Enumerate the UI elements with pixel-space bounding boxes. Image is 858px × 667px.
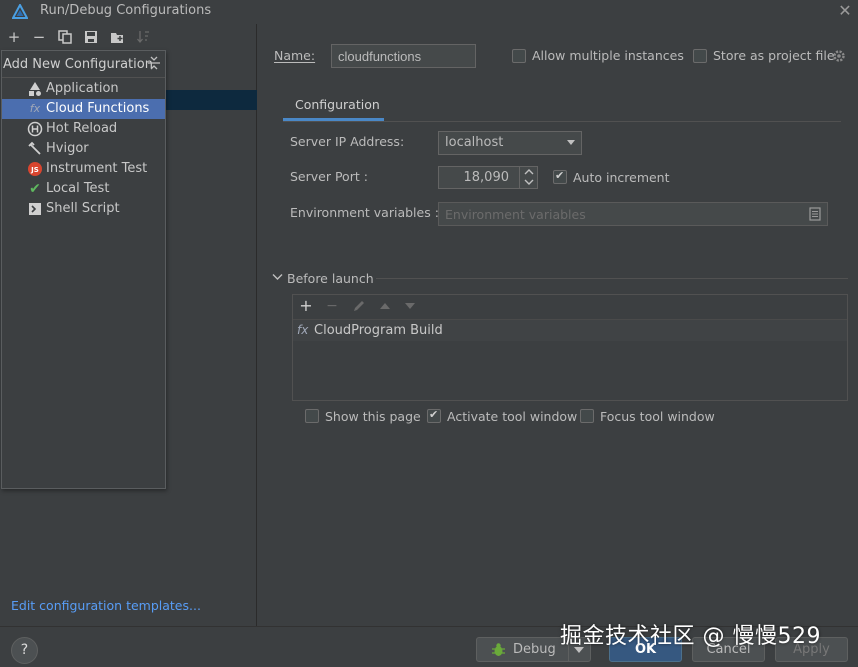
before-launch-task-row[interactable]: fx CloudProgram Build [293, 319, 847, 341]
config-type-label: Hot Reload [46, 121, 118, 136]
config-type-cloud-functions[interactable]: fx Cloud Functions [2, 99, 165, 119]
shell-script-icon [29, 203, 41, 215]
new-folder-icon[interactable] [110, 30, 125, 44]
browse-document-icon[interactable] [809, 207, 821, 221]
show-this-page-checkbox[interactable] [305, 409, 319, 423]
tab-configuration[interactable]: Configuration [283, 91, 384, 120]
focus-tool-window-label: Focus tool window [600, 409, 715, 424]
server-port-value: 18,090 [463, 170, 510, 185]
edit-templates-link[interactable]: Edit configuration templates... [11, 598, 201, 613]
chevron-down-icon [567, 140, 575, 145]
settings-gear-icon[interactable] [832, 49, 846, 63]
fx-icon: fx [29, 102, 41, 115]
sort-icon[interactable] [136, 30, 150, 44]
server-port-label: Server Port : [290, 169, 368, 184]
section-divider [376, 278, 848, 279]
app-logo-icon [12, 4, 28, 19]
edit-pencil-icon[interactable] [351, 298, 367, 314]
spinner-down-icon[interactable] [524, 179, 534, 185]
before-launch-title[interactable]: Before launch [287, 271, 374, 286]
tree-selection-row[interactable] [165, 90, 257, 110]
env-vars-label: Environment variables : [290, 205, 439, 220]
bug-icon [492, 643, 505, 656]
server-port-spinner[interactable]: 18,090 [438, 166, 538, 189]
svg-text:JS: JS [30, 166, 39, 174]
store-as-project-label: Store as project file [713, 48, 835, 63]
before-launch-panel: + − fx CloudProgram Build [292, 294, 848, 401]
tab-divider [283, 121, 841, 122]
tab-configuration-label: Configuration [295, 97, 380, 112]
activate-tool-window-checkbox[interactable] [427, 408, 441, 423]
hvigor-icon [28, 141, 41, 155]
store-as-project-checkbox[interactable] [693, 49, 707, 63]
env-vars-field[interactable]: Environment variables [438, 202, 828, 226]
chevron-down-icon[interactable] [272, 273, 283, 281]
check-icon: ✔ [29, 181, 41, 197]
fx-icon: fx [297, 323, 309, 337]
show-this-page-label: Show this page [325, 409, 421, 424]
add-task-icon[interactable]: + [298, 298, 314, 314]
config-type-shell-script[interactable]: Shell Script [2, 199, 165, 219]
window-title: Run/Debug Configurations [40, 3, 212, 18]
hot-reload-icon [27, 121, 43, 137]
focus-tool-window-checkbox[interactable] [580, 409, 594, 423]
allow-multiple-label: Allow multiple instances [532, 48, 684, 63]
popup-header: Add New Configuration [2, 51, 165, 78]
config-type-hvigor[interactable]: Hvigor [2, 139, 165, 159]
spinner-up-icon[interactable] [524, 169, 534, 175]
env-vars-placeholder: Environment variables [445, 207, 586, 222]
server-ip-value: localhost [445, 135, 504, 150]
remove-icon[interactable]: − [30, 28, 48, 46]
config-type-label: Hvigor [46, 141, 89, 156]
close-icon[interactable]: ✕ [836, 0, 854, 22]
config-type-label: Shell Script [46, 201, 120, 216]
save-icon[interactable] [84, 30, 98, 44]
server-ip-label: Server IP Address: [290, 134, 405, 149]
spinner-buttons[interactable] [519, 167, 537, 188]
config-type-label: Cloud Functions [46, 101, 150, 116]
help-button[interactable]: ? [11, 637, 38, 664]
config-type-hot-reload[interactable]: Hot Reload [2, 119, 165, 139]
config-type-label: Instrument Test [46, 161, 148, 176]
name-input[interactable] [331, 44, 476, 68]
copy-icon[interactable] [58, 30, 72, 44]
activate-tool-window-label: Activate tool window [447, 409, 578, 424]
debug-button-label: Debug [513, 642, 556, 657]
move-down-icon[interactable] [402, 298, 418, 314]
application-icon [29, 82, 41, 96]
config-type-local-test[interactable]: ✔ Local Test [2, 179, 165, 199]
auto-increment-label: Auto increment [573, 170, 670, 185]
allow-multiple-checkbox[interactable] [512, 49, 526, 63]
config-type-instrument-test[interactable]: JS Instrument Test [2, 159, 165, 179]
before-launch-toolbar: + − [293, 295, 847, 319]
name-label: Name: [274, 48, 316, 63]
auto-increment-checkbox[interactable] [553, 169, 567, 184]
config-type-label: Application [46, 81, 119, 96]
watermark-text: 掘金技术社区 @ 慢慢529 [560, 624, 821, 649]
remove-task-icon[interactable]: − [324, 298, 340, 314]
add-icon[interactable]: + [5, 28, 23, 46]
collapse-all-icon[interactable] [147, 55, 161, 71]
js-icon: JS [28, 162, 42, 176]
move-up-icon[interactable] [377, 298, 393, 314]
server-ip-dropdown[interactable]: localhost [438, 131, 582, 155]
config-type-label: Local Test [46, 181, 110, 196]
title-bar: Run/Debug Configurations ✕ [0, 0, 858, 24]
popup-title: Add New Configuration [3, 57, 153, 72]
config-type-application[interactable]: Application [2, 79, 165, 99]
add-configuration-popup: Add New Configuration Application fx Clo… [1, 50, 166, 489]
task-label: CloudProgram Build [314, 323, 443, 338]
